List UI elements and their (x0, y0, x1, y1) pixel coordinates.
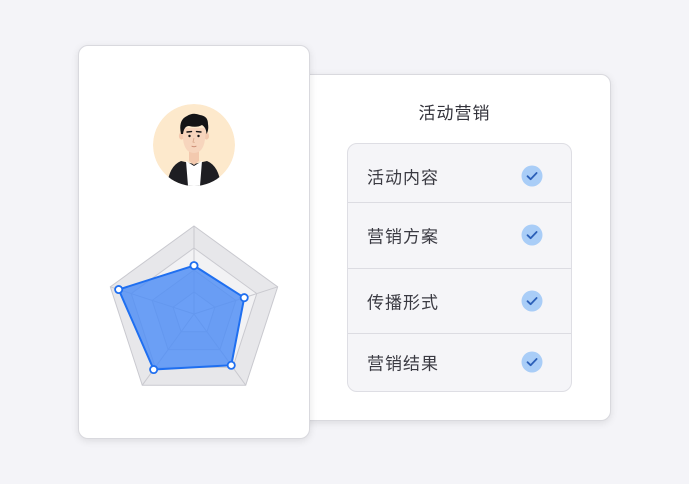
checklist-item-propagation-form[interactable]: 传播形式 (348, 269, 571, 333)
marketing-panel: 活动营销 活动内容 营销方案 传播形式 营销结果 (298, 74, 611, 421)
checklist-item-label: 营销结果 (367, 354, 439, 375)
checklist-item-label: 活动内容 (367, 168, 439, 189)
checklist-item-label: 传播形式 (367, 293, 439, 314)
checklist-item-marketing-plan[interactable]: 营销方案 (348, 203, 571, 267)
check-circle-icon[interactable] (521, 224, 543, 246)
radar-data-point (114, 285, 124, 295)
checklist-item-label: 营销方案 (367, 227, 439, 248)
radar-data-point (189, 261, 199, 271)
check-circle-icon[interactable] (521, 290, 543, 312)
radar-data-point (226, 360, 236, 370)
checklist-item-activity-content[interactable]: 活动内容 (348, 144, 571, 208)
radar-data-point (239, 293, 249, 303)
profile-card (78, 45, 310, 439)
checklist: 活动内容 营销方案 传播形式 营销结果 (347, 143, 572, 392)
checklist-item-marketing-result[interactable]: 营销结果 (348, 330, 571, 391)
check-circle-icon[interactable] (521, 165, 543, 187)
person-avatar-icon[interactable] (153, 104, 235, 186)
check-circle-icon[interactable] (521, 351, 543, 373)
radar-data-point (149, 365, 159, 375)
radar-chart (109, 225, 279, 386)
stage: 活动营销 活动内容 营销方案 传播形式 营销结果 (0, 0, 689, 484)
panel-title: 活动营销 (418, 104, 491, 124)
